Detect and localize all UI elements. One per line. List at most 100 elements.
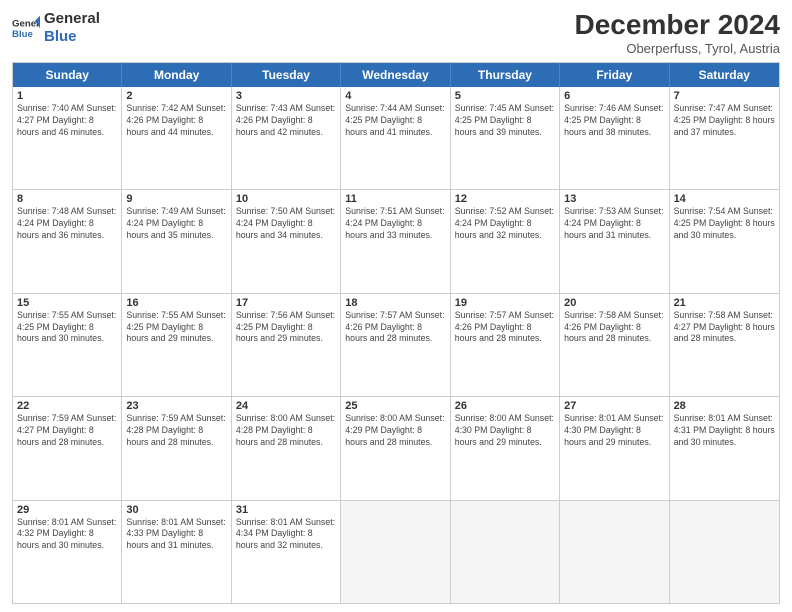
day-info: Sunrise: 8:01 AM Sunset: 4:33 PM Dayligh… [126,517,226,553]
calendar-cell-day-9: 9Sunrise: 7:49 AM Sunset: 4:24 PM Daylig… [122,190,231,292]
calendar-week-5: 29Sunrise: 8:01 AM Sunset: 4:32 PM Dayli… [13,500,779,603]
day-info: Sunrise: 7:50 AM Sunset: 4:24 PM Dayligh… [236,206,336,242]
day-number: 25 [345,400,445,412]
calendar-week-4: 22Sunrise: 7:59 AM Sunset: 4:27 PM Dayli… [13,396,779,499]
calendar-cell-day-28: 28Sunrise: 8:01 AM Sunset: 4:31 PM Dayli… [670,397,779,499]
day-info: Sunrise: 7:51 AM Sunset: 4:24 PM Dayligh… [345,206,445,242]
day-number: 2 [126,90,226,102]
day-info: Sunrise: 7:54 AM Sunset: 4:25 PM Dayligh… [674,206,775,242]
calendar-cell-empty [451,501,560,603]
weekday-friday: Friday [560,63,669,87]
weekday-monday: Monday [122,63,231,87]
day-number: 20 [564,297,664,309]
day-info: Sunrise: 7:59 AM Sunset: 4:27 PM Dayligh… [17,413,117,449]
day-number: 7 [674,90,775,102]
day-number: 30 [126,504,226,516]
weekday-tuesday: Tuesday [232,63,341,87]
day-info: Sunrise: 7:43 AM Sunset: 4:26 PM Dayligh… [236,103,336,139]
day-info: Sunrise: 7:55 AM Sunset: 4:25 PM Dayligh… [17,310,117,346]
calendar-cell-day-27: 27Sunrise: 8:01 AM Sunset: 4:30 PM Dayli… [560,397,669,499]
day-info: Sunrise: 7:48 AM Sunset: 4:24 PM Dayligh… [17,206,117,242]
day-info: Sunrise: 8:00 AM Sunset: 4:28 PM Dayligh… [236,413,336,449]
calendar-cell-day-25: 25Sunrise: 8:00 AM Sunset: 4:29 PM Dayli… [341,397,450,499]
calendar-cell-day-2: 2Sunrise: 7:42 AM Sunset: 4:26 PM Daylig… [122,87,231,189]
day-number: 29 [17,504,117,516]
day-number: 23 [126,400,226,412]
calendar-cell-day-6: 6Sunrise: 7:46 AM Sunset: 4:25 PM Daylig… [560,87,669,189]
calendar-cell-day-4: 4Sunrise: 7:44 AM Sunset: 4:25 PM Daylig… [341,87,450,189]
day-number: 22 [17,400,117,412]
day-info: Sunrise: 7:57 AM Sunset: 4:26 PM Dayligh… [345,310,445,346]
day-info: Sunrise: 7:53 AM Sunset: 4:24 PM Dayligh… [564,206,664,242]
day-number: 6 [564,90,664,102]
calendar-cell-day-5: 5Sunrise: 7:45 AM Sunset: 4:25 PM Daylig… [451,87,560,189]
weekday-sunday: Sunday [13,63,122,87]
day-number: 24 [236,400,336,412]
calendar-cell-day-12: 12Sunrise: 7:52 AM Sunset: 4:24 PM Dayli… [451,190,560,292]
weekday-wednesday: Wednesday [341,63,450,87]
day-info: Sunrise: 8:01 AM Sunset: 4:31 PM Dayligh… [674,413,775,449]
day-number: 31 [236,504,336,516]
calendar: Sunday Monday Tuesday Wednesday Thursday… [12,62,780,604]
location-subtitle: Oberperfuss, Tyrol, Austria [575,41,780,56]
day-number: 8 [17,193,117,205]
calendar-cell-day-8: 8Sunrise: 7:48 AM Sunset: 4:24 PM Daylig… [13,190,122,292]
page-container: General Blue General Blue December 2024 … [0,0,792,612]
month-title: December 2024 [575,10,780,41]
calendar-cell-day-23: 23Sunrise: 7:59 AM Sunset: 4:28 PM Dayli… [122,397,231,499]
logo-line1: General [44,10,100,28]
day-number: 21 [674,297,775,309]
logo: General Blue General Blue [12,10,100,46]
day-info: Sunrise: 7:46 AM Sunset: 4:25 PM Dayligh… [564,103,664,139]
day-number: 27 [564,400,664,412]
day-number: 17 [236,297,336,309]
day-info: Sunrise: 8:01 AM Sunset: 4:32 PM Dayligh… [17,517,117,553]
calendar-cell-day-11: 11Sunrise: 7:51 AM Sunset: 4:24 PM Dayli… [341,190,450,292]
day-number: 1 [17,90,117,102]
svg-text:Blue: Blue [12,29,33,40]
day-info: Sunrise: 7:47 AM Sunset: 4:25 PM Dayligh… [674,103,775,139]
title-block: December 2024 Oberperfuss, Tyrol, Austri… [575,10,780,56]
calendar-cell-day-22: 22Sunrise: 7:59 AM Sunset: 4:27 PM Dayli… [13,397,122,499]
day-number: 15 [17,297,117,309]
calendar-cell-day-31: 31Sunrise: 8:01 AM Sunset: 4:34 PM Dayli… [232,501,341,603]
calendar-cell-day-18: 18Sunrise: 7:57 AM Sunset: 4:26 PM Dayli… [341,294,450,396]
day-info: Sunrise: 7:59 AM Sunset: 4:28 PM Dayligh… [126,413,226,449]
day-number: 18 [345,297,445,309]
day-number: 3 [236,90,336,102]
day-number: 13 [564,193,664,205]
day-number: 4 [345,90,445,102]
calendar-cell-empty [560,501,669,603]
calendar-cell-day-20: 20Sunrise: 7:58 AM Sunset: 4:26 PM Dayli… [560,294,669,396]
day-number: 12 [455,193,555,205]
day-number: 11 [345,193,445,205]
calendar-cell-day-13: 13Sunrise: 7:53 AM Sunset: 4:24 PM Dayli… [560,190,669,292]
day-info: Sunrise: 7:45 AM Sunset: 4:25 PM Dayligh… [455,103,555,139]
svg-text:General: General [12,18,40,29]
day-info: Sunrise: 7:49 AM Sunset: 4:24 PM Dayligh… [126,206,226,242]
calendar-cell-day-10: 10Sunrise: 7:50 AM Sunset: 4:24 PM Dayli… [232,190,341,292]
calendar-cell-day-29: 29Sunrise: 8:01 AM Sunset: 4:32 PM Dayli… [13,501,122,603]
calendar-week-3: 15Sunrise: 7:55 AM Sunset: 4:25 PM Dayli… [13,293,779,396]
calendar-cell-day-19: 19Sunrise: 7:57 AM Sunset: 4:26 PM Dayli… [451,294,560,396]
day-number: 10 [236,193,336,205]
day-number: 5 [455,90,555,102]
calendar-cell-day-7: 7Sunrise: 7:47 AM Sunset: 4:25 PM Daylig… [670,87,779,189]
calendar-cell-empty [670,501,779,603]
logo-line2: Blue [44,28,100,46]
calendar-cell-day-24: 24Sunrise: 8:00 AM Sunset: 4:28 PM Dayli… [232,397,341,499]
calendar-body: 1Sunrise: 7:40 AM Sunset: 4:27 PM Daylig… [13,87,779,603]
day-info: Sunrise: 7:58 AM Sunset: 4:27 PM Dayligh… [674,310,775,346]
day-info: Sunrise: 8:01 AM Sunset: 4:30 PM Dayligh… [564,413,664,449]
day-info: Sunrise: 7:55 AM Sunset: 4:25 PM Dayligh… [126,310,226,346]
calendar-cell-day-14: 14Sunrise: 7:54 AM Sunset: 4:25 PM Dayli… [670,190,779,292]
day-number: 26 [455,400,555,412]
day-info: Sunrise: 8:00 AM Sunset: 4:30 PM Dayligh… [455,413,555,449]
day-info: Sunrise: 7:58 AM Sunset: 4:26 PM Dayligh… [564,310,664,346]
day-info: Sunrise: 7:42 AM Sunset: 4:26 PM Dayligh… [126,103,226,139]
calendar-cell-day-21: 21Sunrise: 7:58 AM Sunset: 4:27 PM Dayli… [670,294,779,396]
calendar-cell-day-3: 3Sunrise: 7:43 AM Sunset: 4:26 PM Daylig… [232,87,341,189]
day-info: Sunrise: 7:44 AM Sunset: 4:25 PM Dayligh… [345,103,445,139]
day-number: 14 [674,193,775,205]
calendar-cell-day-17: 17Sunrise: 7:56 AM Sunset: 4:25 PM Dayli… [232,294,341,396]
